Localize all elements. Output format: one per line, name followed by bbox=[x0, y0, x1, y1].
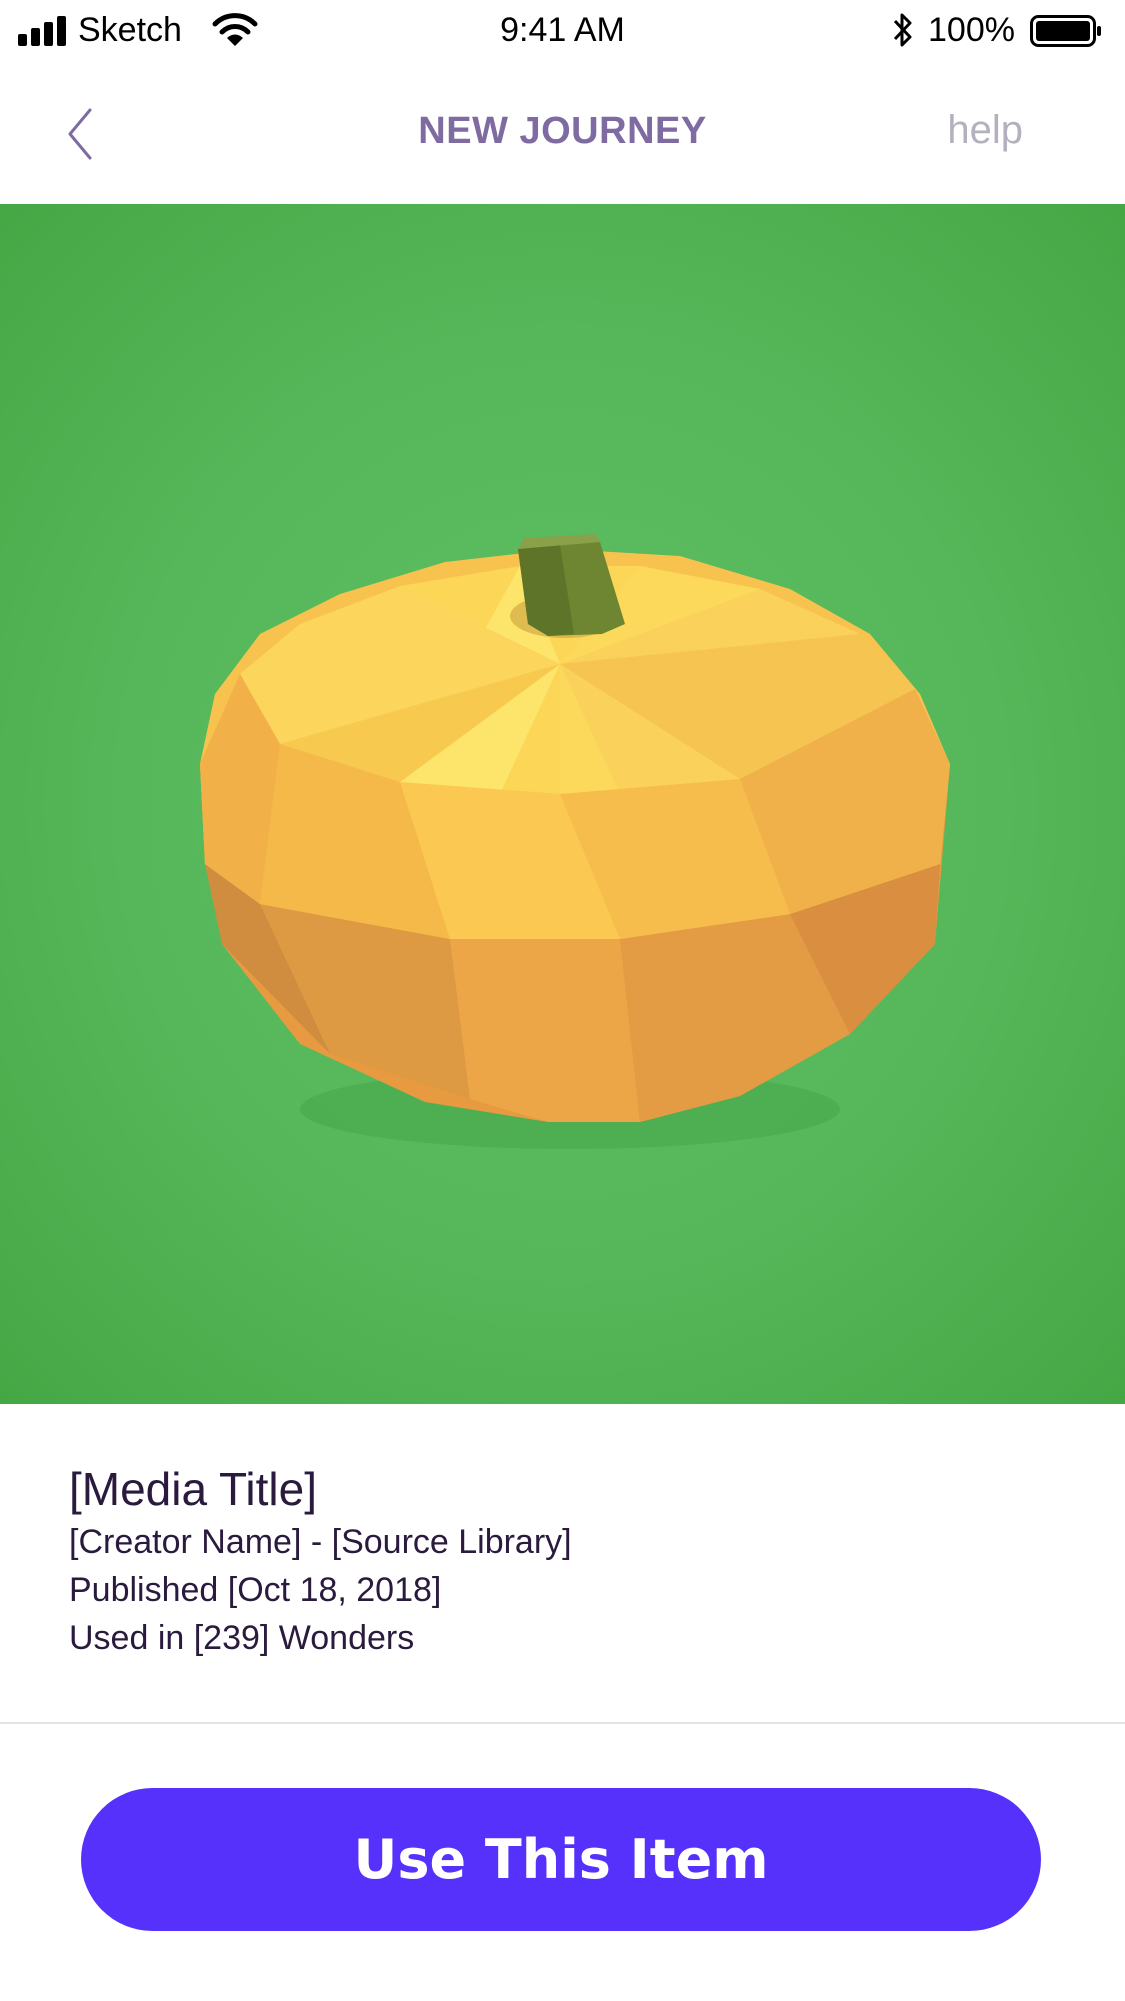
use-this-item-button[interactable]: Use This Item bbox=[81, 1788, 1041, 1931]
published-date: Published [Oct 18, 2018] bbox=[69, 1571, 442, 1609]
help-link[interactable]: help bbox=[947, 108, 1023, 153]
pumpkin-image bbox=[200, 534, 950, 1149]
bluetooth-icon bbox=[893, 13, 912, 47]
status-bar: Sketch 9:41 AM 100% bbox=[0, 0, 1125, 62]
divider bbox=[0, 1722, 1125, 1724]
navigation-bar: NEW JOURNEY help bbox=[0, 62, 1125, 204]
usage-count: Used in [239] Wonders bbox=[69, 1619, 415, 1657]
creator-source: [Creator Name] - [Source Library] bbox=[69, 1523, 572, 1561]
media-title: [Media Title] bbox=[69, 1463, 317, 1515]
media-info: [Media Title] [Creator Name] - [Source L… bbox=[69, 1460, 1069, 1662]
battery-icon bbox=[1030, 15, 1101, 47]
battery-percent: 100% bbox=[928, 11, 1015, 49]
media-preview[interactable] bbox=[0, 204, 1125, 1404]
